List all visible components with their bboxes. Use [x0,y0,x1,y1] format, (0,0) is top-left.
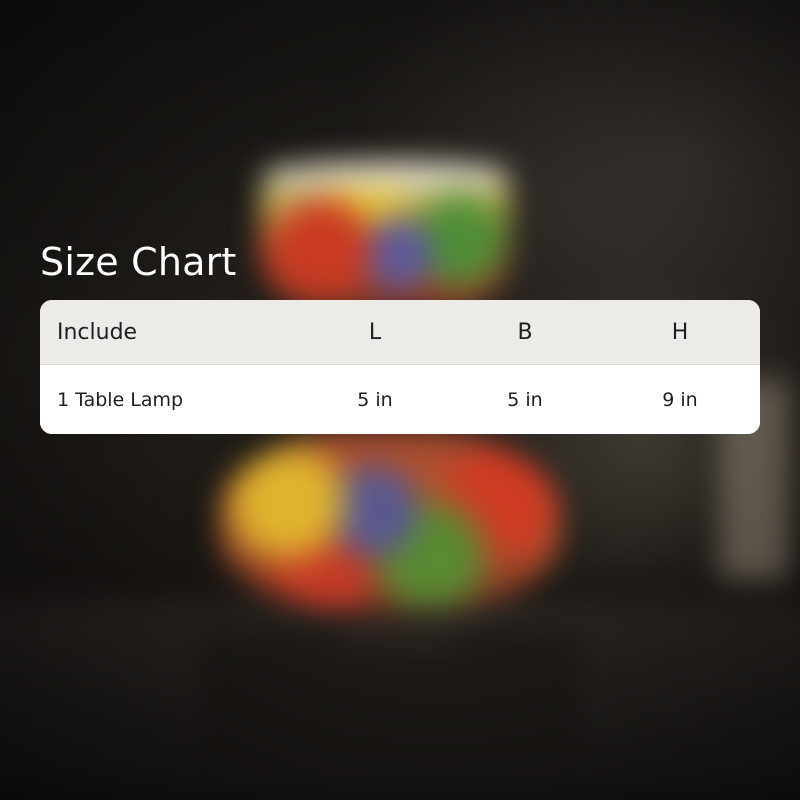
header-include: Include [57,319,138,345]
cell-height: 9 in [662,388,698,411]
cell-include: 1 Table Lamp [57,388,184,411]
size-chart-title: Size Chart [40,240,237,284]
header-length: L [368,319,382,345]
header-height: H [671,319,689,345]
table-row: 1 Table Lamp 5 in 5 in 9 in [40,365,760,434]
table-header-row: Include L B H [40,300,760,365]
size-chart-table: Include L B H 1 Table Lamp 5 in 5 in 9 i… [40,300,760,434]
header-breadth: B [517,319,533,345]
cell-breadth: 5 in [507,388,543,411]
cell-length: 5 in [357,388,393,411]
